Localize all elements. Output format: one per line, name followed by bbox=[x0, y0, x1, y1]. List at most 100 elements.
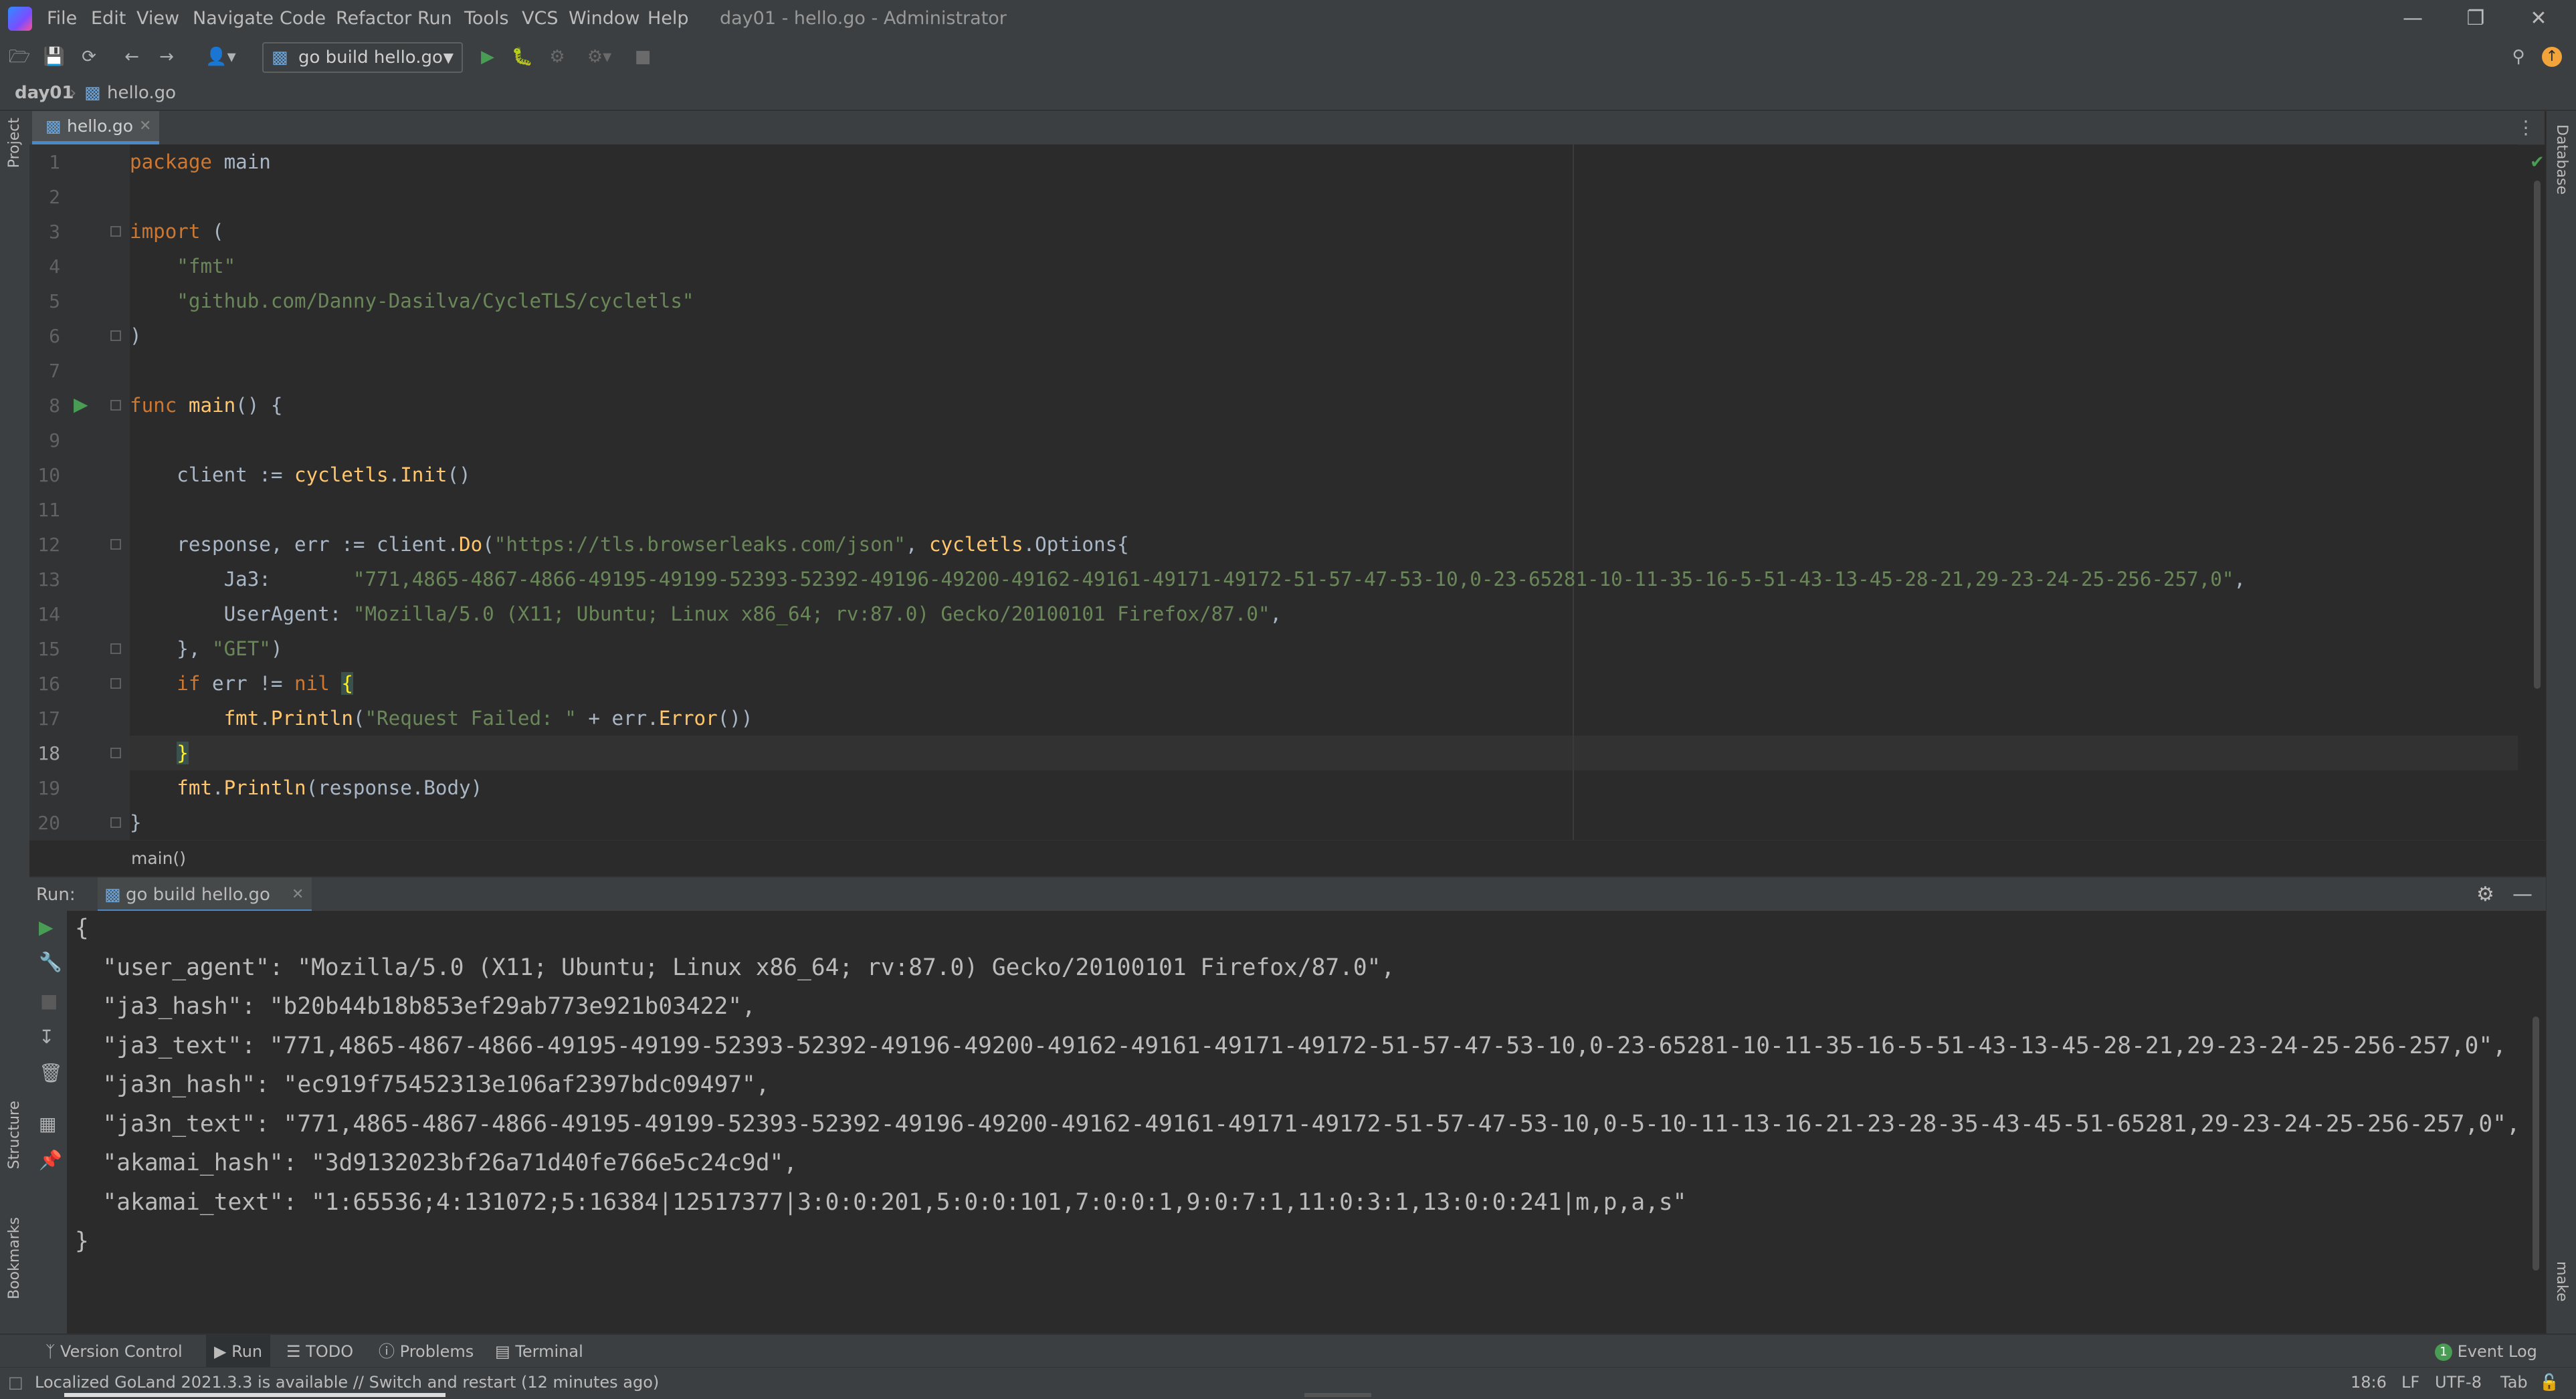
code-lines[interactable]: package main import ( "fmt" "github.com/D… bbox=[130, 144, 2518, 840]
tab-version-control[interactable]: ᛉ Version Control bbox=[45, 1335, 183, 1368]
profile-icon[interactable]: ⚙▾ bbox=[579, 45, 619, 68]
stop-icon[interactable]: ■ bbox=[40, 990, 58, 1012]
fold-marker-icon[interactable] bbox=[110, 678, 121, 689]
forward-icon[interactable]: → bbox=[155, 45, 178, 68]
code-token: fmt bbox=[177, 776, 213, 799]
fold-marker-icon[interactable] bbox=[110, 817, 121, 828]
trash-icon[interactable]: 🗑 bbox=[39, 1062, 63, 1084]
code-line[interactable]: client := cycletls.Init() bbox=[130, 457, 470, 492]
close-tab-icon[interactable]: ✕ bbox=[292, 877, 304, 912]
run-configuration-select[interactable]: ▩ go build hello.go ▼ bbox=[262, 42, 463, 73]
more-tabs-icon[interactable]: ⋮ bbox=[2516, 111, 2535, 144]
code-line[interactable]: func main() { bbox=[130, 388, 282, 423]
menu-navigate[interactable]: Navigate bbox=[193, 0, 274, 37]
code-token: ( bbox=[353, 707, 365, 730]
code-token: "GET" bbox=[212, 637, 271, 660]
menu-code[interactable]: Code bbox=[280, 0, 326, 37]
code-line[interactable]: ) bbox=[130, 318, 142, 353]
tab-problems[interactable]: ⓘ Problems bbox=[379, 1335, 474, 1368]
stop-icon[interactable]: ■ bbox=[631, 45, 654, 68]
tab-run[interactable]: ▶ Run bbox=[206, 1335, 271, 1368]
editor-scrollbar[interactable] bbox=[2534, 181, 2541, 689]
wrench-icon[interactable]: 🔧 bbox=[39, 951, 62, 973]
user-dropdown-icon[interactable]: 👤▾ bbox=[201, 45, 241, 68]
scroll-to-end-icon[interactable]: ↧ bbox=[39, 1026, 54, 1048]
database-tool-tab[interactable]: Database bbox=[2553, 124, 2570, 195]
run-icon[interactable]: ▶ bbox=[476, 45, 499, 68]
menu-vcs[interactable]: VCS bbox=[522, 0, 558, 37]
tab-terminal[interactable]: ▤ Terminal bbox=[495, 1335, 583, 1368]
structure-tool-tab[interactable]: Structure bbox=[6, 1101, 23, 1169]
line-separator[interactable]: LF bbox=[2401, 1368, 2419, 1397]
code-line[interactable]: UserAgent: "Mozilla/5.0 (X11; Ubuntu; Li… bbox=[130, 597, 1282, 631]
play-icon: ▶ bbox=[214, 1342, 232, 1361]
menu-window[interactable]: Window bbox=[569, 0, 639, 37]
console-scrollbar[interactable] bbox=[2533, 1016, 2539, 1271]
fold-marker-icon[interactable] bbox=[110, 330, 121, 341]
open-folder-icon[interactable]: 🗁 bbox=[8, 45, 31, 68]
project-tool-tab[interactable]: Project bbox=[6, 118, 23, 168]
save-icon[interactable]: 💾 bbox=[43, 45, 66, 68]
run-tab[interactable]: ▩ go build hello.go ✕ bbox=[98, 877, 312, 912]
function-breadcrumb[interactable]: main() bbox=[131, 841, 186, 877]
minimize-button[interactable]: — bbox=[2383, 0, 2443, 37]
close-button[interactable]: ✕ bbox=[2508, 0, 2569, 37]
code-line[interactable]: package main bbox=[130, 144, 271, 179]
tab-todo[interactable]: ☰ TODO bbox=[286, 1335, 353, 1368]
code-line[interactable]: } bbox=[130, 805, 142, 840]
fold-marker-icon[interactable] bbox=[110, 539, 121, 550]
code-line[interactable]: if err != nil { bbox=[130, 666, 353, 701]
bookmarks-tool-tab[interactable]: Bookmarks bbox=[6, 1217, 23, 1299]
indent-setting[interactable]: Tab bbox=[2500, 1368, 2528, 1397]
run-gutter-icon[interactable]: ▶ bbox=[74, 393, 88, 415]
console-output[interactable]: { "user_agent": "Mozilla/5.0 (X11; Ubunt… bbox=[67, 911, 2546, 1333]
layout-icon[interactable]: ▦ bbox=[39, 1113, 56, 1135]
menu-tools[interactable]: Tools bbox=[464, 0, 509, 37]
update-icon[interactable]: ↑ bbox=[2542, 47, 2562, 67]
lock-icon[interactable]: 🔓 bbox=[2539, 1368, 2559, 1397]
search-icon[interactable]: ⚲ bbox=[2507, 45, 2530, 68]
fold-marker-icon[interactable] bbox=[110, 643, 121, 654]
rerun-icon[interactable]: ▶ bbox=[39, 916, 54, 938]
menu-view[interactable]: View bbox=[136, 0, 179, 37]
code-token: nil bbox=[294, 672, 330, 695]
code-token: ) bbox=[130, 324, 142, 347]
back-icon[interactable]: ← bbox=[120, 45, 143, 68]
code-line[interactable]: Ja3: "771,4865-4867-4866-49195-49199-523… bbox=[130, 562, 2246, 597]
tab-hello-go[interactable]: ▩ hello.go ✕ bbox=[32, 111, 159, 144]
restore-button[interactable]: ❐ bbox=[2446, 0, 2506, 37]
debug-icon[interactable]: 🐛 bbox=[511, 45, 534, 68]
menu-run[interactable]: Run bbox=[417, 0, 452, 37]
code-line[interactable]: "fmt" bbox=[130, 249, 235, 284]
sync-icon[interactable]: ⟳ bbox=[78, 45, 100, 68]
code-line[interactable]: fmt.Println(response.Body) bbox=[130, 770, 482, 805]
code-line[interactable]: }, "GET") bbox=[130, 631, 282, 666]
menu-file[interactable]: File bbox=[47, 0, 77, 37]
caret-position[interactable]: 18:6 bbox=[2351, 1368, 2387, 1397]
coverage-icon[interactable]: ⚙ bbox=[546, 45, 569, 68]
hide-panel-icon[interactable]: — bbox=[2512, 877, 2533, 912]
menu-help[interactable]: Help bbox=[648, 0, 689, 37]
code-line[interactable]: response, err := client.Do("https://tls.… bbox=[130, 527, 1128, 562]
code-line[interactable]: import ( bbox=[130, 214, 224, 249]
gear-icon[interactable]: ⚙ bbox=[2476, 877, 2494, 912]
close-tab-icon[interactable]: ✕ bbox=[139, 111, 151, 142]
breadcrumb-project[interactable]: day01 bbox=[15, 76, 74, 110]
file-encoding[interactable]: UTF-8 bbox=[2435, 1368, 2482, 1397]
make-tool-tab[interactable]: make bbox=[2553, 1261, 2570, 1301]
menu-refactor[interactable]: Refactor bbox=[336, 0, 411, 37]
fold-marker-icon[interactable] bbox=[110, 748, 121, 758]
breadcrumb-file[interactable]: hello.go bbox=[107, 76, 176, 110]
code-line[interactable]: } bbox=[130, 736, 189, 770]
status-toggle-icon[interactable]: □ bbox=[8, 1368, 23, 1397]
event-log-button[interactable]: 1 Event Log bbox=[2435, 1335, 2537, 1368]
fold-marker-icon[interactable] bbox=[110, 400, 121, 411]
code-line[interactable]: "github.com/Danny-Dasilva/CycleTLS/cycle… bbox=[130, 284, 694, 318]
fold-marker-icon[interactable] bbox=[110, 226, 121, 237]
menu-edit[interactable]: Edit bbox=[91, 0, 126, 37]
pin-icon[interactable]: 📌 bbox=[39, 1149, 62, 1171]
code-line[interactable]: fmt.Println("Request Failed: " + err.Err… bbox=[130, 701, 753, 736]
line-number: 7 bbox=[49, 360, 60, 382]
line-number: 19 bbox=[37, 777, 60, 799]
